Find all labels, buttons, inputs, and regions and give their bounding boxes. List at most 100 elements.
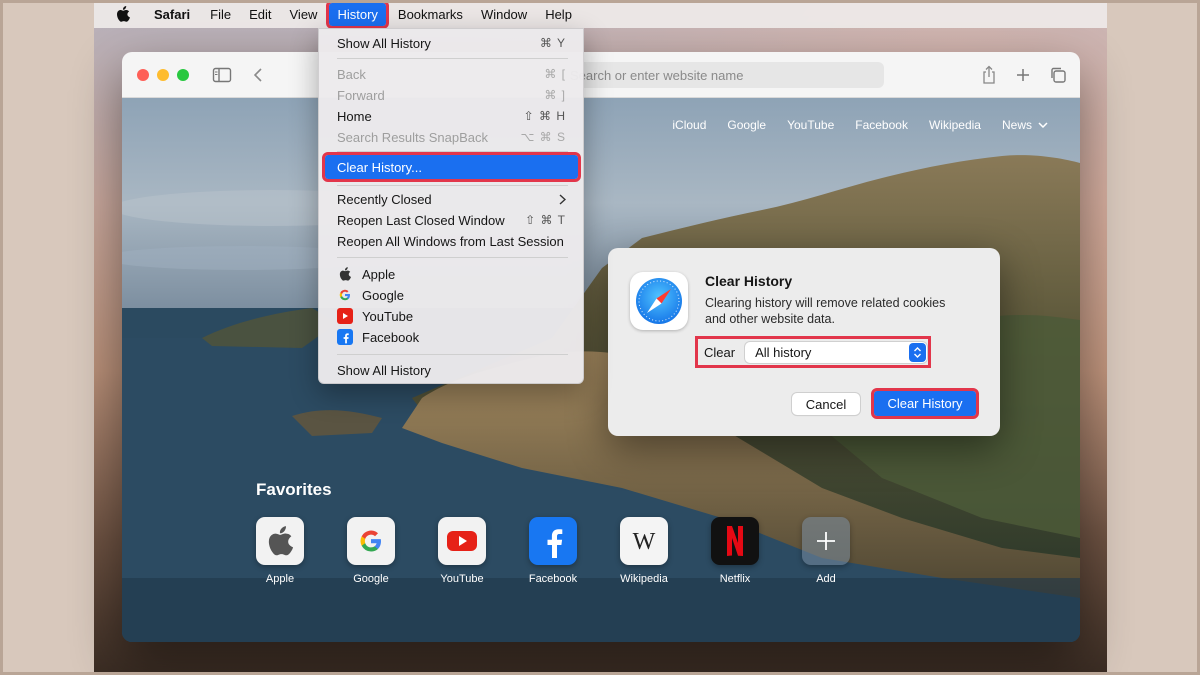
menu-item-shortcut: ⇧ ⌘ T: [525, 213, 566, 227]
menu-item-label: Clear History...: [337, 159, 422, 175]
menu-item-label: Apple: [362, 266, 396, 282]
menu-item-label: Back: [337, 66, 366, 82]
menu-item-label: Facebook: [362, 329, 420, 345]
youtube-logo-icon: [337, 308, 353, 324]
favorite-label: Apple: [265, 573, 295, 585]
clear-range-select[interactable]: All history: [745, 341, 928, 363]
favorite-label: Add: [816, 573, 836, 585]
close-window-button[interactable]: [137, 69, 149, 81]
apple-logo-icon: [337, 266, 353, 282]
toplink-icloud[interactable]: iCloud: [672, 118, 706, 132]
google-logo-icon: [347, 517, 395, 565]
zoom-window-button[interactable]: [177, 69, 189, 81]
toplink-google[interactable]: Google: [727, 118, 766, 132]
menu-item-site-youtube[interactable]: YouTube: [325, 306, 578, 326]
facebook-logo-icon: [529, 517, 577, 565]
menu-item-site-facebook[interactable]: Facebook: [325, 327, 578, 347]
favorite-add[interactable]: Add: [802, 517, 850, 585]
menu-item-shortcut: ⌥ ⌘ S: [520, 130, 566, 144]
menu-item-label: Reopen All Windows from Last Session: [337, 233, 564, 249]
apple-menu-icon[interactable]: [114, 6, 132, 22]
tab-overview-icon[interactable]: [1048, 65, 1068, 85]
menu-item-site-google[interactable]: Google: [325, 285, 578, 305]
clear-range-value: All history: [755, 344, 812, 360]
menu-window[interactable]: Window: [472, 3, 536, 26]
menu-bookmarks[interactable]: Bookmarks: [389, 3, 472, 26]
toplink-news[interactable]: News: [1002, 118, 1048, 132]
favorite-label: Wikipedia: [620, 573, 668, 585]
cancel-button[interactable]: Cancel: [792, 393, 860, 415]
menu-separator: [337, 151, 568, 152]
menu-item-shortcut: ⌘ [: [544, 67, 566, 81]
toplink-youtube[interactable]: YouTube: [787, 118, 834, 132]
safari-toolbar: Search or enter website name: [122, 52, 1080, 98]
chevron-right-icon: [559, 193, 566, 205]
wikipedia-logo-icon: W: [620, 517, 668, 565]
toplink-facebook[interactable]: Facebook: [855, 118, 908, 132]
menu-item-forward[interactable]: Forward ⌘ ]: [325, 85, 578, 105]
favorite-label: Netflix: [719, 573, 751, 585]
favorite-apple[interactable]: Apple: [256, 517, 304, 585]
menu-history[interactable]: History: [326, 0, 389, 29]
menu-file[interactable]: File: [201, 3, 240, 26]
menu-separator: [337, 354, 568, 355]
menu-item-recently-closed[interactable]: Recently Closed: [325, 189, 578, 209]
chevron-down-icon: [1038, 121, 1048, 128]
back-chevron-icon[interactable]: [248, 65, 268, 85]
sidebar-toggle-icon[interactable]: [212, 65, 232, 85]
minimize-window-button[interactable]: [157, 69, 169, 81]
clear-range-label: Clear: [704, 344, 736, 360]
menu-item-reopen-all-windows[interactable]: Reopen All Windows from Last Session: [325, 231, 578, 251]
share-icon[interactable]: [979, 65, 999, 85]
menu-item-search-results-snapback[interactable]: Search Results SnapBack ⌥ ⌘ S: [325, 127, 578, 147]
favorites-heading: Favorites: [256, 480, 332, 499]
menu-item-show-all-history-bottom[interactable]: Show All History: [325, 360, 578, 380]
plus-icon: [802, 517, 850, 565]
apple-logo-icon: [256, 517, 304, 565]
new-tab-plus-icon[interactable]: [1013, 65, 1033, 85]
top-sites-links: iCloud Google YouTube Facebook Wikipedia…: [672, 118, 1048, 132]
menu-item-shortcut: ⇧ ⌘ H: [523, 109, 566, 123]
facebook-logo-icon: [337, 329, 353, 345]
favorite-wikipedia[interactable]: W Wikipedia: [620, 517, 668, 585]
menu-item-label: Recently Closed: [337, 191, 432, 207]
clear-history-button[interactable]: Clear History: [871, 388, 979, 419]
menu-safari[interactable]: Safari: [146, 3, 199, 26]
menu-item-shortcut: ⌘ Y: [539, 36, 566, 50]
menu-view[interactable]: View: [281, 3, 327, 26]
menu-edit[interactable]: Edit: [240, 3, 280, 26]
menu-item-reopen-last-closed-window[interactable]: Reopen Last Closed Window ⇧ ⌘ T: [325, 210, 578, 230]
svg-text:W: W: [633, 529, 656, 553]
netflix-logo-icon: [711, 517, 759, 565]
menu-item-label: YouTube: [362, 308, 414, 324]
favorites-grid: Apple Google YouTube Facebook W Wikipedi…: [256, 517, 850, 585]
favorite-facebook[interactable]: Facebook: [529, 517, 577, 585]
address-bar[interactable]: Search or enter website name: [562, 62, 884, 88]
favorite-youtube[interactable]: YouTube: [438, 517, 486, 585]
dialog-title: Clear History: [705, 273, 793, 289]
menu-item-label: Google: [362, 287, 404, 303]
menu-item-clear-history[interactable]: Clear History...: [322, 152, 581, 182]
menu-item-back[interactable]: Back ⌘ [: [325, 64, 578, 84]
menu-item-label: Show All History: [337, 362, 431, 378]
menu-separator: [337, 185, 568, 186]
dialog-message: Clearing history will remove related coo…: [705, 296, 946, 326]
menu-item-label: Show All History: [337, 35, 431, 51]
address-placeholder: Search or enter website name: [570, 67, 744, 83]
favorite-label: Facebook: [528, 573, 578, 585]
select-stepper-icon: [909, 342, 927, 362]
youtube-logo-icon: [438, 517, 486, 565]
menu-help[interactable]: Help: [536, 3, 581, 26]
history-menu: Show All History ⌘ Y Back ⌘ [ Forward ⌘ …: [318, 28, 584, 384]
menu-item-home[interactable]: Home ⇧ ⌘ H: [325, 106, 578, 126]
favorite-netflix[interactable]: Netflix: [711, 517, 759, 585]
favorite-google[interactable]: Google: [347, 517, 395, 585]
toplink-wikipedia[interactable]: Wikipedia: [929, 118, 981, 132]
menu-separator: [337, 257, 568, 258]
clear-range-row: Clear All history: [695, 336, 931, 368]
menu-item-show-all-history[interactable]: Show All History ⌘ Y: [325, 33, 578, 53]
favorite-label: Google: [353, 573, 389, 585]
menu-item-site-apple[interactable]: Apple: [325, 264, 578, 284]
safari-compass-icon: [630, 272, 688, 330]
google-logo-icon: [337, 287, 353, 303]
